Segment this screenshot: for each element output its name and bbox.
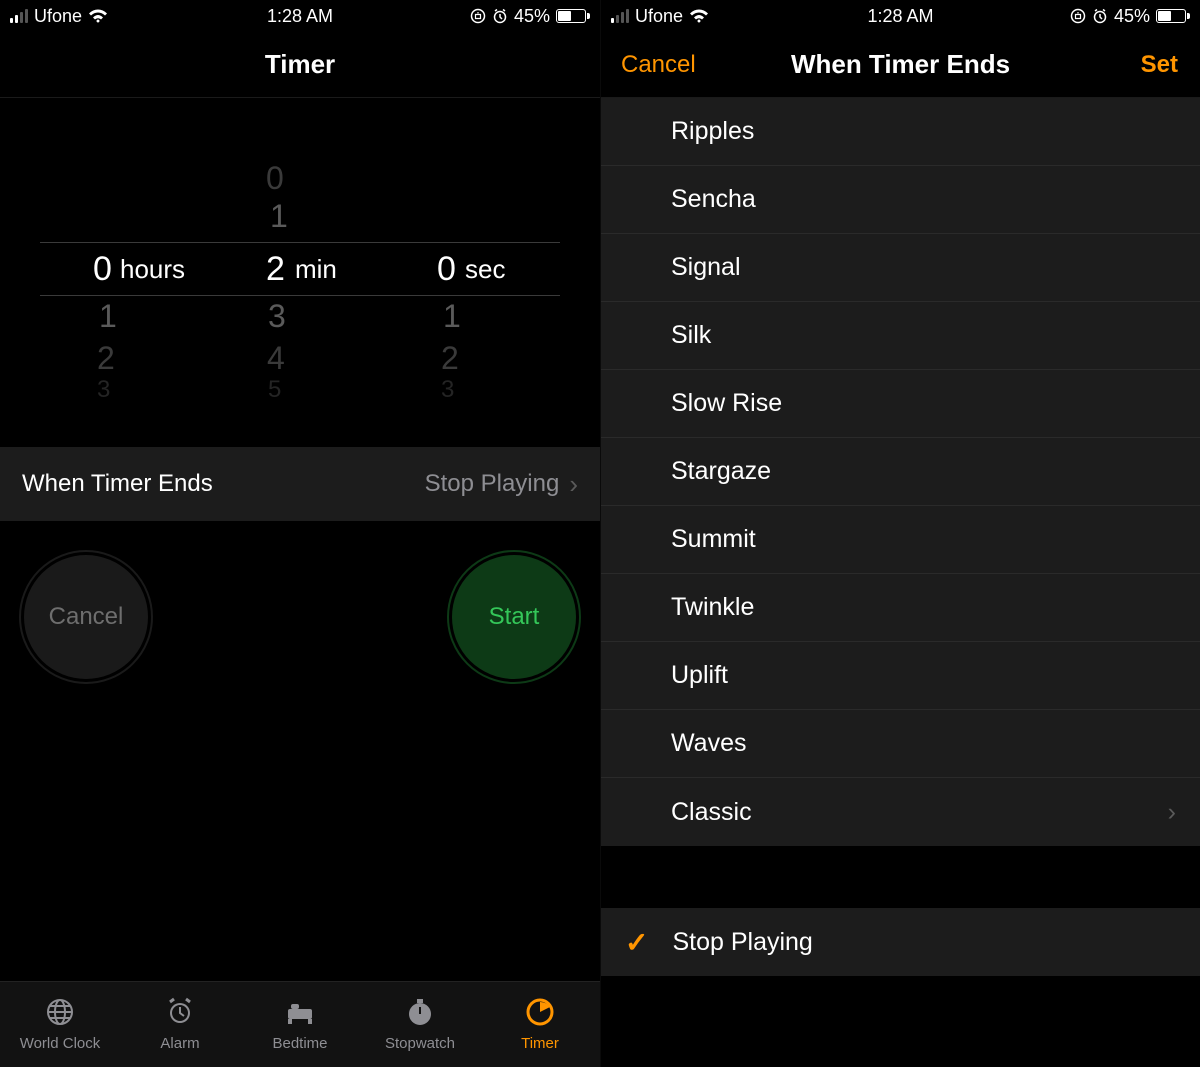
ringtone-label: Classic xyxy=(671,798,752,827)
picker-ghost: 3 xyxy=(441,376,454,404)
rotation-lock-icon xyxy=(470,8,486,24)
status-bar: Ufone 1:28 AM 45% xyxy=(0,0,600,32)
ringtone-list[interactable]: Ripples Sencha Signal Silk Slow Rise Stargaze… xyxy=(601,98,1200,1067)
ringtone-item[interactable]: Ripples xyxy=(601,98,1200,166)
when-timer-ends-row[interactable]: When Timer Ends Stop Playing › xyxy=(0,447,600,521)
ringtone-item[interactable]: Stargaze xyxy=(601,438,1200,506)
picker-ghost: 3 xyxy=(97,376,110,404)
ringtone-label: Silk xyxy=(671,321,711,350)
header: Timer xyxy=(0,32,600,98)
ringtone-label: Uplift xyxy=(671,661,728,690)
picker-min-value: 2 xyxy=(266,250,285,289)
start-button-label: Start xyxy=(489,603,540,631)
ringtone-label: Sencha xyxy=(671,185,756,214)
picker-hours-label: hours xyxy=(120,254,185,285)
status-bar: Ufone 1:28 AM 45% xyxy=(601,0,1200,32)
picker-min-label: min xyxy=(295,254,337,285)
timer-screen: Ufone 1:28 AM 45% Timer 0 1 1 2 3 xyxy=(0,0,600,1067)
set-button[interactable]: Set xyxy=(1141,51,1178,79)
carrier-label: Ufone xyxy=(34,6,82,27)
list-bottom-fill xyxy=(601,976,1200,1067)
tab-bar: World Clock Alarm Bedtime Stopwatch Time… xyxy=(0,981,600,1067)
cancel-button[interactable]: Cancel xyxy=(24,555,148,679)
picker-ghost: 1 xyxy=(270,198,288,235)
cell-signal-icon xyxy=(611,9,629,23)
battery-pct: 45% xyxy=(514,6,550,27)
checkmark-icon: ✓ xyxy=(625,926,648,959)
alarm-icon xyxy=(1092,8,1108,24)
picker-hours-value: 0 xyxy=(93,250,112,289)
ringtone-label: Summit xyxy=(671,525,756,554)
alarm-clock-icon xyxy=(163,997,197,1031)
start-button[interactable]: Start xyxy=(452,555,576,679)
tab-stopwatch[interactable]: Stopwatch xyxy=(360,982,480,1067)
ringtone-item[interactable]: Twinkle xyxy=(601,574,1200,642)
stop-playing-row[interactable]: ✓ Stop Playing xyxy=(601,908,1200,976)
bed-icon xyxy=(283,997,317,1031)
picker-sec-label: sec xyxy=(465,254,505,285)
header: Cancel When Timer Ends Set xyxy=(601,32,1200,98)
tab-alarm[interactable]: Alarm xyxy=(120,982,240,1067)
tab-label: World Clock xyxy=(20,1035,101,1052)
stop-playing-label: Stop Playing xyxy=(672,928,812,957)
globe-icon xyxy=(43,997,77,1031)
wifi-icon xyxy=(689,9,709,23)
ringtone-label: Waves xyxy=(671,729,746,758)
ringtone-label: Signal xyxy=(671,253,741,282)
when-timer-ends-value: Stop Playing xyxy=(425,470,560,498)
tab-bedtime[interactable]: Bedtime xyxy=(240,982,360,1067)
tab-world-clock[interactable]: World Clock xyxy=(0,982,120,1067)
cancel-button-label: Cancel xyxy=(49,603,124,631)
picker-ghost: 4 xyxy=(267,340,285,377)
carrier-label: Ufone xyxy=(635,6,683,27)
battery-icon xyxy=(556,9,590,23)
picker-ghost: 3 xyxy=(268,298,286,335)
time-picker[interactable]: 0 1 1 2 3 3 4 5 1 2 3 0 hours 2 min 0 se… xyxy=(0,98,600,433)
ringtone-item[interactable]: Summit xyxy=(601,506,1200,574)
cell-signal-icon xyxy=(10,9,28,23)
battery-icon xyxy=(1156,9,1190,23)
rotation-lock-icon xyxy=(1070,8,1086,24)
page-title: When Timer Ends xyxy=(791,49,1010,80)
ringtone-item[interactable]: Silk xyxy=(601,302,1200,370)
wifi-icon xyxy=(88,9,108,23)
picker-ghost: 1 xyxy=(99,298,117,335)
ringtone-item[interactable]: Sencha xyxy=(601,166,1200,234)
picker-ghost: 2 xyxy=(97,340,115,377)
stopwatch-icon xyxy=(403,997,437,1031)
tab-label: Stopwatch xyxy=(385,1035,455,1052)
picker-ghost: 5 xyxy=(268,376,281,404)
chevron-right-icon: › xyxy=(569,469,578,500)
battery-pct: 45% xyxy=(1114,6,1150,27)
chevron-right-icon: › xyxy=(1168,798,1176,827)
ringtone-item[interactable]: Uplift xyxy=(601,642,1200,710)
picker-sec-value: 0 xyxy=(437,250,456,289)
picker-selected-row: 0 hours 2 min 0 sec xyxy=(0,242,600,296)
ringtone-item[interactable]: Slow Rise xyxy=(601,370,1200,438)
ringtone-label: Stargaze xyxy=(671,457,771,486)
ringtone-label: Slow Rise xyxy=(671,389,782,418)
cancel-button[interactable]: Cancel xyxy=(621,51,696,79)
when-timer-ends-label: When Timer Ends xyxy=(22,470,213,498)
list-gap xyxy=(601,846,1200,908)
ringtone-item[interactable]: Waves xyxy=(601,710,1200,778)
picker-ghost: 2 xyxy=(441,340,459,377)
when-timer-ends-screen: Ufone 1:28 AM 45% Cancel When Timer Ends… xyxy=(600,0,1200,1067)
tab-timer[interactable]: Timer xyxy=(480,982,600,1067)
alarm-icon xyxy=(492,8,508,24)
tab-label: Timer xyxy=(521,1035,559,1052)
ringtone-label: Twinkle xyxy=(671,593,754,622)
tab-label: Alarm xyxy=(160,1035,199,1052)
page-title: Timer xyxy=(265,49,335,80)
ringtone-item[interactable]: Signal xyxy=(601,234,1200,302)
picker-ghost: 0 xyxy=(266,160,284,197)
timer-icon xyxy=(523,997,557,1031)
timer-buttons-row: Cancel Start xyxy=(0,521,600,713)
picker-ghost: 1 xyxy=(443,298,461,335)
ringtone-label: Ripples xyxy=(671,117,754,146)
ringtone-item[interactable]: Classic › xyxy=(601,778,1200,846)
tab-label: Bedtime xyxy=(272,1035,327,1052)
